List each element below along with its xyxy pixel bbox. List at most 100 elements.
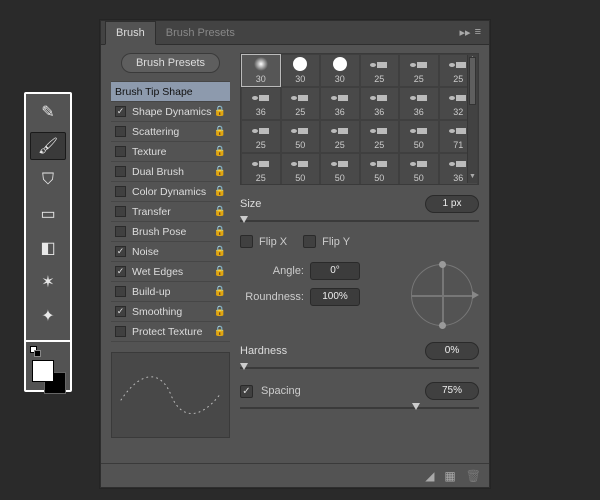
- tool-3[interactable]: ▭: [30, 200, 66, 228]
- brush-thumb[interactable]: 30: [241, 54, 281, 87]
- panel-menu-icon[interactable]: ≡: [475, 26, 481, 39]
- lock-icon[interactable]: 🔒: [214, 326, 226, 337]
- tool-4[interactable]: ◧: [30, 234, 66, 262]
- brush-thumb-icon: [250, 154, 272, 173]
- flip-x-checkbox[interactable]: Flip X: [240, 235, 287, 248]
- thumbnail-scrollbar[interactable]: ▲ ▼: [467, 55, 477, 183]
- new-preset-icon[interactable]: ▦: [444, 469, 455, 483]
- brush-thumb[interactable]: 25: [360, 120, 400, 153]
- option-checkbox[interactable]: [115, 126, 126, 137]
- spacing-slider[interactable]: [240, 406, 479, 410]
- lock-icon[interactable]: 🔒: [214, 146, 226, 157]
- option-checkbox[interactable]: [115, 186, 126, 197]
- lock-icon[interactable]: 🔒: [214, 226, 226, 237]
- brush-thumb[interactable]: 25: [360, 54, 400, 87]
- tool-palette: ✎🖌⛉▭◧✶✦◐: [24, 92, 72, 370]
- tab-brush-presets[interactable]: Brush Presets: [156, 22, 245, 44]
- spacing-field[interactable]: 75%: [425, 382, 479, 400]
- option-label: Brush Tip Shape: [115, 86, 193, 98]
- option-label: Shape Dynamics: [132, 106, 211, 118]
- tab-brush[interactable]: Brush: [105, 21, 156, 45]
- tool-0[interactable]: ✎: [30, 98, 66, 126]
- brush-thumb[interactable]: 50: [399, 153, 439, 185]
- lock-icon[interactable]: 🔒: [214, 166, 226, 177]
- brush-thumb[interactable]: 50: [281, 120, 321, 153]
- brush-thumb[interactable]: 30: [281, 54, 321, 87]
- brush-thumb-icon: [368, 88, 390, 107]
- option-checkbox[interactable]: [115, 306, 126, 317]
- brush-option-texture[interactable]: Texture🔒: [111, 142, 230, 162]
- tool-2[interactable]: ⛉: [30, 166, 66, 194]
- brush-thumb[interactable]: 30: [320, 54, 360, 87]
- brush-option-wet-edges[interactable]: Wet Edges🔒: [111, 262, 230, 282]
- brush-option-build-up[interactable]: Build-up🔒: [111, 282, 230, 302]
- option-checkbox[interactable]: [115, 106, 126, 117]
- brush-thumb[interactable]: 50: [281, 153, 321, 185]
- brush-thumb[interactable]: 25: [281, 87, 321, 120]
- brush-thumb-size: 36: [414, 107, 424, 117]
- hardness-field[interactable]: 0%: [425, 342, 479, 360]
- brush-thumb[interactable]: 36: [241, 87, 281, 120]
- flip-y-checkbox[interactable]: Flip Y: [303, 235, 350, 248]
- brush-thumb[interactable]: 25: [320, 120, 360, 153]
- brush-option-scattering[interactable]: Scattering 🔒: [111, 122, 230, 142]
- size-slider[interactable]: [240, 219, 479, 223]
- option-checkbox[interactable]: [115, 286, 126, 297]
- brush-option-brush-pose[interactable]: Brush Pose🔒: [111, 222, 230, 242]
- option-checkbox[interactable]: [115, 326, 126, 337]
- tool-1[interactable]: 🖌: [30, 132, 66, 160]
- brush-thumb-icon: [289, 121, 311, 140]
- brush-thumb[interactable]: 25: [399, 54, 439, 87]
- lock-icon[interactable]: 🔒: [214, 286, 226, 297]
- brush-thumb-icon: [368, 121, 390, 140]
- lock-icon[interactable]: 🔒: [214, 106, 226, 117]
- hardness-slider[interactable]: [240, 366, 479, 370]
- brush-option-shape-dynamics[interactable]: Shape Dynamics🔒: [111, 102, 230, 122]
- option-checkbox[interactable]: [115, 246, 126, 257]
- scroll-handle[interactable]: [469, 57, 476, 105]
- lock-icon[interactable]: 🔒: [214, 126, 226, 137]
- brush-thumb-icon: [447, 55, 469, 74]
- tool-6[interactable]: ✦: [30, 302, 66, 330]
- lock-icon[interactable]: 🔒: [214, 186, 226, 197]
- color-swatches[interactable]: [24, 340, 72, 392]
- tool-5[interactable]: ✶: [30, 268, 66, 296]
- angle-field[interactable]: 0°: [310, 262, 360, 280]
- brush-option-transfer[interactable]: Transfer🔒: [111, 202, 230, 222]
- brush-option-dual-brush[interactable]: Dual Brush🔒: [111, 162, 230, 182]
- brush-thumb[interactable]: 50: [399, 120, 439, 153]
- option-checkbox[interactable]: [115, 146, 126, 157]
- brush-thumb[interactable]: 25: [241, 153, 281, 185]
- brush-option-noise[interactable]: Noise🔒: [111, 242, 230, 262]
- option-label: Scattering: [132, 126, 179, 138]
- option-checkbox[interactable]: [115, 266, 126, 277]
- brush-thumb[interactable]: 25: [241, 120, 281, 153]
- brush-option-color-dynamics[interactable]: Color Dynamics🔒: [111, 182, 230, 202]
- lock-icon[interactable]: 🔒: [214, 266, 226, 277]
- brush-option-brush-tip-shape[interactable]: Brush Tip Shape: [111, 82, 230, 102]
- brush-thumb[interactable]: 50: [360, 153, 400, 185]
- brush-thumb[interactable]: 36: [360, 87, 400, 120]
- brush-presets-button[interactable]: Brush Presets: [121, 53, 220, 73]
- brush-thumb-icon: [329, 121, 351, 140]
- angle-dial[interactable]: [405, 258, 479, 332]
- option-checkbox[interactable]: [115, 226, 126, 237]
- brush-option-protect-texture[interactable]: Protect Texture🔒: [111, 322, 230, 342]
- toggle-preview-icon[interactable]: ◢: [425, 469, 434, 483]
- lock-icon[interactable]: 🔒: [214, 246, 226, 257]
- lock-icon[interactable]: 🔒: [214, 306, 226, 317]
- collapse-icon[interactable]: ▸▸: [460, 26, 471, 39]
- brush-thumb[interactable]: 50: [320, 153, 360, 185]
- scroll-down-icon[interactable]: ▼: [468, 173, 477, 183]
- brush-thumb[interactable]: 36: [399, 87, 439, 120]
- trash-icon[interactable]: 🗑: [466, 469, 481, 483]
- size-field[interactable]: 1 px: [425, 195, 479, 213]
- roundness-field[interactable]: 100%: [310, 288, 360, 306]
- brush-thumb-size: 50: [414, 140, 424, 150]
- option-checkbox[interactable]: [115, 206, 126, 217]
- brush-option-smoothing[interactable]: Smoothing🔒: [111, 302, 230, 322]
- brush-thumb[interactable]: 36: [320, 87, 360, 120]
- spacing-checkbox[interactable]: [240, 385, 253, 398]
- option-checkbox[interactable]: [115, 166, 126, 177]
- lock-icon[interactable]: 🔒: [214, 206, 226, 217]
